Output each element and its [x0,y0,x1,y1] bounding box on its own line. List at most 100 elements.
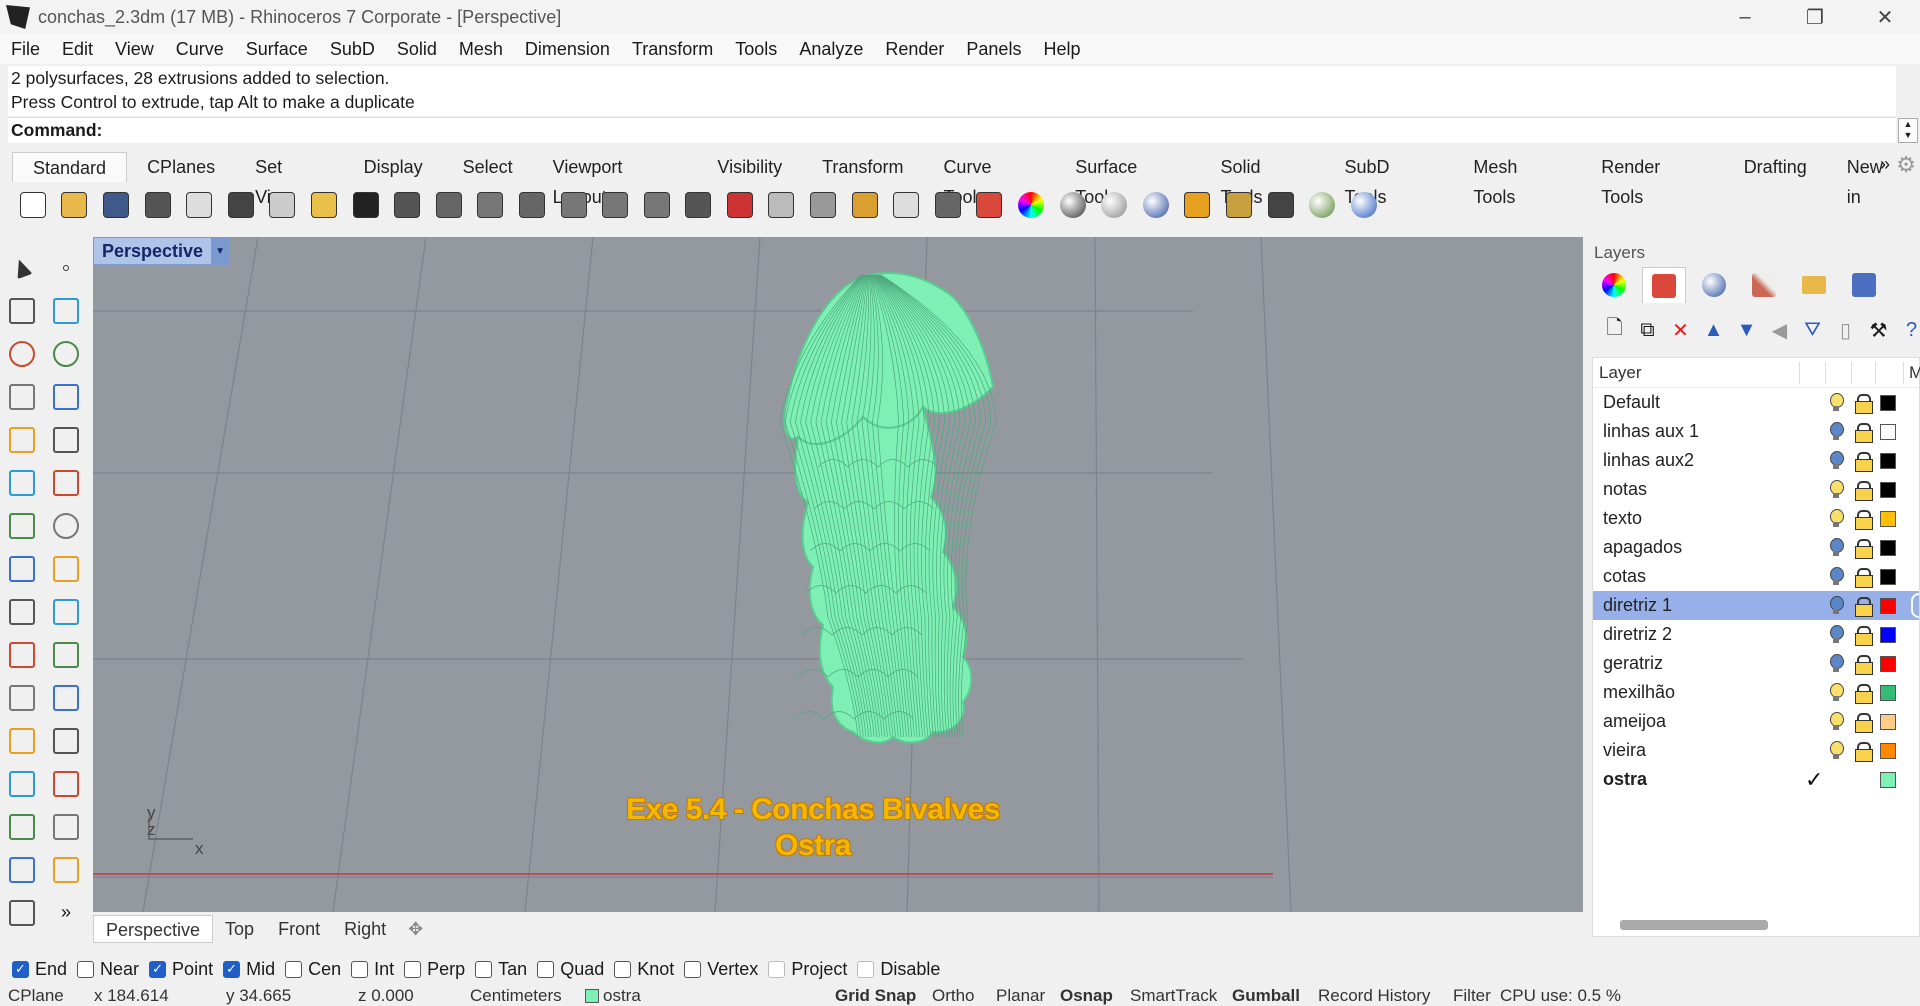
osnap-toggle[interactable]: Osnap [1060,985,1113,1006]
array-icon[interactable] [44,678,88,718]
osnap-tan[interactable]: Tan [475,959,527,980]
lightbulb-icon[interactable] [1829,566,1844,587]
checkbox[interactable] [404,960,422,978]
checkbox[interactable]: ✓ [149,960,167,978]
delete-layer-icon[interactable]: ✕ [1664,314,1697,346]
layer-row[interactable]: diretriz 2 [1593,620,1919,649]
select-arrow-icon[interactable] [0,248,44,288]
pan-icon[interactable] [386,186,428,224]
cut-icon[interactable] [220,186,262,224]
menu-dimension[interactable]: Dimension [514,39,621,60]
lightbulb-icon[interactable] [1829,508,1844,529]
viewport-title[interactable]: Perspective ▼ [93,237,231,265]
layer-row[interactable]: linhas aux2 [1593,446,1919,475]
smarttrack-toggle[interactable]: SmartTrack [1130,985,1217,1006]
layer-row[interactable]: apagados [1593,533,1919,562]
layer-row[interactable]: cotas [1593,562,1919,591]
block-icon[interactable] [0,850,44,890]
checkbox[interactable] [684,960,702,978]
move-parent-icon[interactable]: ◀ [1763,314,1796,346]
menu-help[interactable]: Help [1032,39,1091,60]
dimension-icon[interactable] [1177,186,1219,224]
tab-solid-tools[interactable]: Solid Tools [1201,152,1325,207]
group-icon[interactable] [0,807,44,847]
lock-icon[interactable] [1855,712,1873,733]
grid-snap-toggle[interactable]: Grid Snap [835,985,916,1006]
blend-icon[interactable] [44,721,88,761]
tab-transform[interactable]: Transform [802,152,923,182]
tab-drafting[interactable]: Drafting [1724,152,1827,182]
tab-front[interactable]: Front [266,915,332,943]
units-label[interactable]: Centimeters [470,985,562,1006]
checkbox[interactable] [537,960,555,978]
menu-panels[interactable]: Panels [955,39,1032,60]
lock-icon[interactable] [927,186,969,224]
tab-top[interactable]: Top [213,915,266,943]
lightbulb-icon[interactable] [1829,682,1844,703]
osnap-end[interactable]: ✓ End [12,959,67,980]
lightbulb-icon[interactable] [1829,711,1844,732]
point-icon[interactable] [44,248,88,288]
copy-icon[interactable] [262,186,304,224]
oyster-shell-model[interactable] [779,272,997,744]
lightbulb-icon[interactable] [1829,450,1844,471]
lock-icon[interactable] [1855,596,1873,617]
lock-icon[interactable] [1855,480,1873,501]
isolate-icon[interactable] [802,186,844,224]
osnap-mid[interactable]: ✓ Mid [223,959,275,980]
lock-icon[interactable] [1855,625,1873,646]
layer-color-swatch[interactable] [1880,510,1896,527]
checkbox[interactable] [768,960,786,978]
move-down-icon[interactable]: ▼ [1730,314,1763,346]
options-gear-icon[interactable] [1218,186,1260,224]
tab-help[interactable] [1842,267,1886,303]
lightbulb-icon[interactable] [1829,624,1844,645]
checkbox[interactable] [77,960,95,978]
menu-subd[interactable]: SubD [319,39,386,60]
rectangle-icon[interactable] [44,377,88,417]
lock-icon[interactable] [1855,683,1873,704]
point-icon[interactable] [844,186,886,224]
tab-curve-tools[interactable]: Curve Tools [923,152,1055,207]
lightbulb-icon[interactable] [1829,595,1844,616]
rotate-view-icon[interactable] [428,186,470,224]
ellipse-icon[interactable] [44,334,88,374]
lock-icon[interactable] [1855,567,1873,588]
checkbox[interactable] [285,960,303,978]
new-layer-icon[interactable]: 🗋 [1598,314,1631,346]
print-icon[interactable] [137,186,179,224]
layer-color-swatch[interactable] [1880,713,1896,730]
checkbox[interactable] [857,960,875,978]
leader-icon[interactable] [44,635,88,675]
more-tools-icon[interactable]: » [44,893,88,933]
menu-transform[interactable]: Transform [621,39,724,60]
grid-icon[interactable] [0,893,44,933]
checkbox[interactable] [351,960,369,978]
layer-row[interactable]: texto [1593,504,1919,533]
tab-display[interactable]: Display [344,152,443,182]
lock-icon[interactable] [1855,393,1873,414]
filter-icon[interactable]: ⛛ [1796,314,1829,346]
checkbox[interactable] [614,960,632,978]
checkbox[interactable] [475,960,493,978]
paste-icon[interactable] [303,186,345,224]
blue-sphere-icon[interactable] [1135,186,1177,224]
layer-color-swatch[interactable] [1880,481,1896,498]
zoom-window-icon[interactable] [470,186,512,224]
fillet-icon[interactable] [0,721,44,761]
planar-toggle[interactable]: Planar [996,985,1045,1006]
lock-icon[interactable] [1855,509,1873,530]
lightbulb-icon[interactable] [1829,479,1844,500]
car-icon[interactable] [719,186,761,224]
named-cplane-icon[interactable] [761,186,803,224]
help-icon[interactable]: ? [1895,314,1920,346]
tab-mesh-tools[interactable]: Mesh Tools [1453,152,1581,207]
gumball-toggle[interactable]: Gumball [1232,985,1300,1006]
mesh-icon[interactable] [44,549,88,589]
snap-grid-icon[interactable] [1260,186,1302,224]
save-icon[interactable] [95,186,137,224]
lightbulb-icon[interactable] [1829,392,1844,413]
layer-color-swatch[interactable] [1880,423,1896,440]
surface-icon[interactable] [0,463,44,503]
current-layer[interactable]: ostra [585,985,641,1006]
